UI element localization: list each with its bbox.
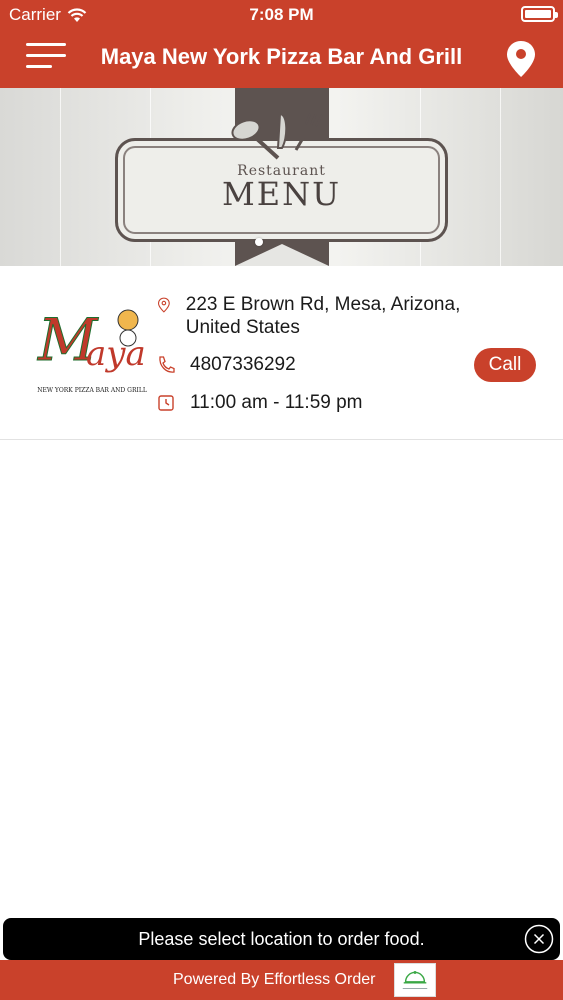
footer-bar: Powered By Effortless Order	[0, 960, 563, 1000]
logo-subtext: NEW YORK PIZZA BAR AND GRILL	[37, 387, 147, 394]
address-text: 223 E Brown Rd, Mesa, Arizona, United St…	[185, 294, 461, 338]
carousel-page-indicator[interactable]	[255, 238, 263, 246]
banner-big-text: MENU	[221, 175, 342, 213]
effortless-order-logo	[394, 963, 436, 997]
restaurant-logo: M aya NEW YORK PIZZA BAR AND GRILL	[37, 306, 147, 395]
svg-text:aya: aya	[86, 334, 146, 374]
restaurant-info-card: M aya NEW YORK PIZZA BAR AND GRILL 223 E…	[0, 266, 563, 440]
location-pin-icon[interactable]	[505, 40, 537, 78]
call-button[interactable]: Call	[474, 348, 536, 382]
menu-banner[interactable]: Restaurant MENU	[0, 88, 563, 266]
phone-number[interactable]: 4807336292	[190, 353, 296, 376]
clock-icon	[158, 395, 174, 411]
map-pin-icon	[157, 297, 170, 313]
status-time: 7:08 PM	[249, 5, 314, 24]
close-icon[interactable]	[524, 924, 554, 954]
powered-by-text: Powered By Effortless Order	[173, 971, 376, 988]
cutlery-icon	[231, 112, 323, 160]
hamburger-menu-icon[interactable]	[26, 42, 68, 72]
nav-bar: Maya New York Pizza Bar And Grill	[0, 30, 563, 88]
phone-icon	[159, 356, 175, 373]
status-bar: Carrier 7:08 PM	[0, 0, 563, 30]
address-row: 223 E Brown Rd, Mesa, Arizona, United St…	[157, 293, 487, 339]
hours-row: 11:00 am - 11:59 pm	[157, 391, 363, 414]
toast-text: Please select location to order food.	[138, 929, 425, 949]
toast-message: Please select location to order food.	[3, 918, 560, 960]
top-bar: Carrier 7:08 PM Maya New York Pizza Bar …	[0, 0, 563, 88]
hours-text: 11:00 am - 11:59 pm	[190, 392, 363, 413]
page-title: Maya New York Pizza Bar And Grill	[100, 44, 463, 69]
phone-row: 4807336292	[157, 353, 296, 376]
battery-icon	[521, 6, 558, 22]
